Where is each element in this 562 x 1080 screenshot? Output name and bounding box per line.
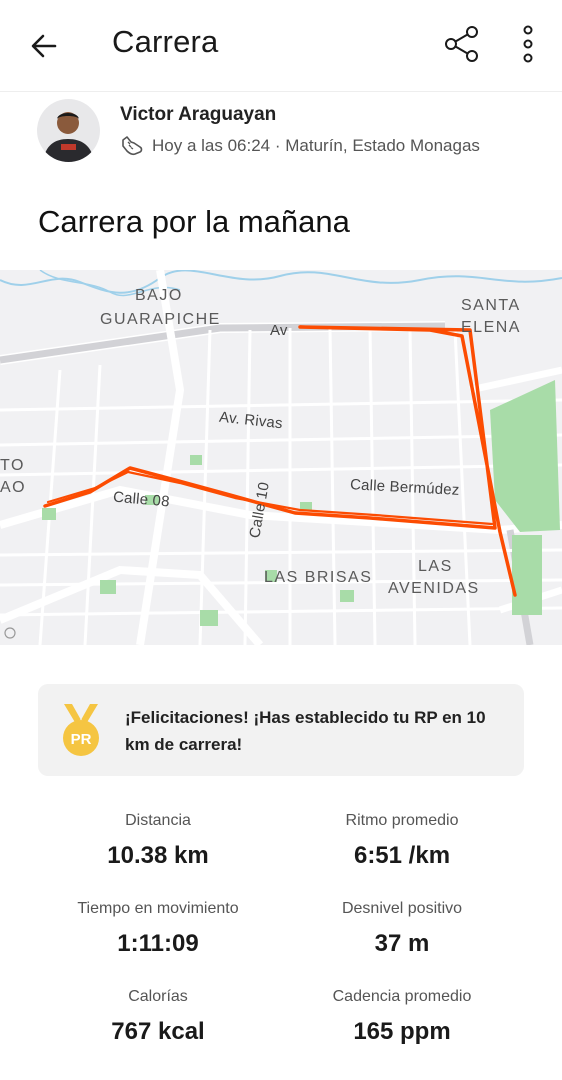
stat-label: Cadencia promedio [332,988,472,1005]
stat-moving-time: Tiempo en movimiento 1:11:09 [38,900,278,958]
stat-calories: Calorías 767 kcal [38,988,278,1046]
page-title: Carrera [112,24,219,59]
stat-value: 165 ppm [353,1018,451,1045]
activity-title: Carrera por la mañana [38,204,350,239]
map-label-las: LAS [418,558,453,575]
more-options-button[interactable] [510,22,546,66]
map-label-guarapiche: GUARAPICHE [100,311,221,328]
share-button[interactable] [440,22,484,66]
activity-date-location: Hoy a las 06:24 · Maturín, Estado Monaga… [152,136,480,155]
running-shoe-icon [122,136,143,156]
athlete-row: Victor Araguayan Hoy a las 06:24 · Matur… [0,96,562,168]
map-label-av: Av [270,322,288,339]
stat-label: Tiempo en movimiento [77,900,239,917]
stat-label: Ritmo promedio [345,812,459,829]
stat-distance: Distancia 10.38 km [38,812,278,870]
avatar[interactable] [37,99,100,162]
stat-pace: Ritmo promedio 6:51 /km [282,812,522,870]
share-icon [445,26,478,62]
stat-cadence: Cadencia promedio 165 ppm [282,988,522,1046]
stat-value: 1:11:09 [117,930,199,957]
map-label-ao: AO [0,479,27,496]
achievement-text: ¡Felicitaciones! ¡Has establecido tu RP … [125,708,486,754]
medal-icon: PR [63,704,99,756]
stat-value: 767 kcal [111,1018,205,1045]
activity-meta: Hoy a las 06:24 · Maturín, Estado Monaga… [120,134,480,158]
map-label-bajo: BAJO [135,287,183,304]
stat-value: 6:51 /km [353,842,451,869]
arrow-left-icon [31,34,57,58]
stat-label: Desnivel positivo [341,900,463,917]
stat-elevation: Desnivel positivo 37 m [282,900,522,958]
back-button[interactable] [24,26,64,66]
map-label-avenidas: AVENIDAS [388,580,480,597]
map-label-las-brisas: LAS BRISAS [264,569,373,586]
top-bar: Carrera [0,0,562,92]
stat-label: Distancia [125,812,191,829]
map-label-elena: ELENA [461,319,521,336]
stat-value: 10.38 km [107,842,209,869]
pr-badge-text: PR [71,731,92,748]
more-vertical-icon [523,25,533,63]
athlete-name[interactable]: Victor Araguayan [120,104,276,126]
achievement-card[interactable]: PR ¡Felicitaciones! ¡Has establecido tu … [38,684,524,776]
stat-label: Calorías [128,988,188,1005]
map-label-to: TO [0,457,25,474]
stat-value: 37 m [374,930,430,957]
route-map[interactable]: BAJO GUARAPICHE SANTA ELENA Av Av. Rivas… [0,270,562,645]
map-label-santa: SANTA [461,297,521,314]
